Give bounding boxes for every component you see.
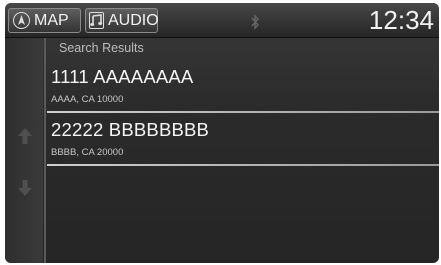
compass-icon (13, 12, 30, 29)
scroll-down-arrow-icon[interactable] (15, 178, 35, 198)
top-bar: MAP AUDIO 12:34 (5, 3, 439, 38)
bluetooth-icon (250, 14, 260, 30)
audio-button[interactable]: AUDIO (85, 8, 159, 33)
scrollbar-track[interactable] (44, 38, 46, 263)
clock: 12:34 (368, 5, 434, 35)
result-title: 1111 AAAAAAAA (51, 66, 194, 87)
music-note-icon (89, 12, 104, 29)
result-divider (47, 164, 439, 166)
result-item[interactable]: 1111 AAAAAAAA AAAA, CA 10000 (47, 62, 439, 113)
result-address: AAAA, CA 10000 (51, 94, 124, 105)
audio-button-label: AUDIO (108, 12, 159, 29)
map-button[interactable]: MAP (8, 8, 81, 33)
search-results-heading: Search Results (59, 41, 144, 55)
result-title: 22222 BBBBBBBB (51, 119, 210, 140)
result-address: BBBB, CA 20000 (51, 147, 124, 158)
result-item[interactable]: 22222 BBBBBBBB BBBB, CA 20000 (47, 115, 439, 166)
scroll-up-arrow-icon[interactable] (15, 126, 35, 146)
map-button-label: MAP (34, 12, 69, 29)
nav-screen: MAP AUDIO 12:34 Search Results 1111 AAAA… (5, 3, 439, 263)
scroll-sidebar (5, 38, 43, 263)
result-divider (47, 111, 439, 113)
